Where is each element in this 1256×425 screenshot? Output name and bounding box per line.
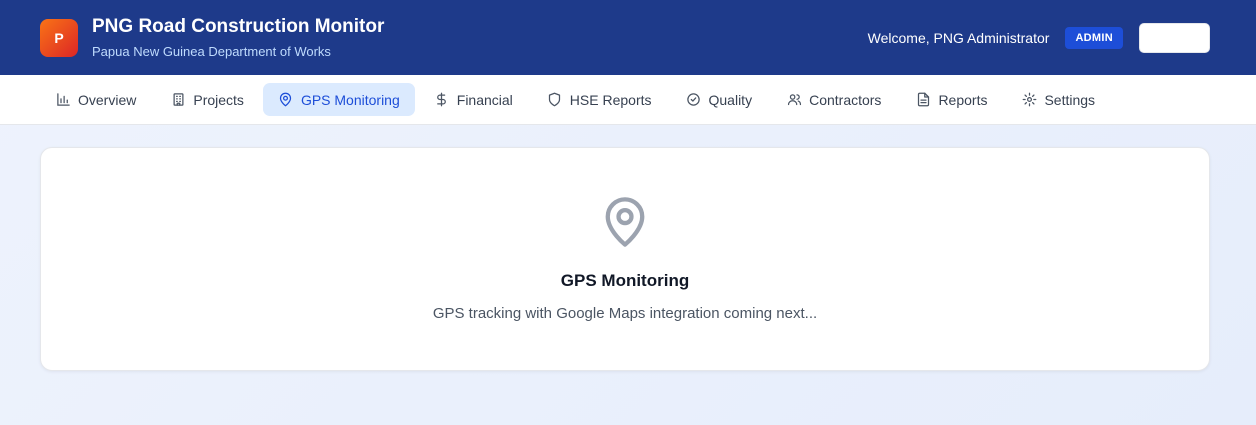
- gear-icon: [1021, 92, 1037, 108]
- tab-gps-monitoring[interactable]: GPS Monitoring: [262, 83, 415, 116]
- tab-contractors[interactable]: Contractors: [771, 83, 896, 116]
- placeholder-message: GPS tracking with Google Maps integratio…: [432, 305, 818, 322]
- placeholder-title: GPS Monitoring: [560, 271, 690, 290]
- app-logo: P: [40, 18, 78, 57]
- building-icon: [170, 92, 186, 108]
- map-pin-icon: [599, 194, 651, 255]
- welcome-text: Welcome, PNG Administrator: [867, 29, 1050, 46]
- tab-reports[interactable]: Reports: [900, 83, 1002, 116]
- check-circle-icon: [686, 92, 702, 108]
- tab-label: Contractors: [809, 91, 882, 108]
- brand: P PNG Road Construction Monitor Papua Ne…: [40, 16, 384, 60]
- role-badge: ADMIN: [1065, 26, 1123, 49]
- tab-overview[interactable]: Overview: [40, 83, 151, 116]
- header-action-button[interactable]: [1139, 22, 1210, 53]
- tab-label: GPS Monitoring: [300, 91, 400, 108]
- shield-icon: [547, 92, 563, 108]
- app-subtitle: Papua New Guinea Department of Works: [92, 43, 331, 59]
- app-header: P PNG Road Construction Monitor Papua Ne…: [0, 0, 1256, 75]
- tab-quality[interactable]: Quality: [671, 83, 768, 116]
- tab-label: Overview: [78, 91, 137, 108]
- main-content: GPS Monitoring GPS tracking with Google …: [0, 125, 1256, 371]
- tab-label: Quality: [708, 91, 753, 108]
- user-area: Welcome, PNG Administrator ADMIN: [867, 22, 1210, 53]
- dollar-icon: [434, 92, 450, 108]
- tab-label: HSE Reports: [569, 91, 652, 108]
- main-nav: Overview Projects GPS Monitoring Financi…: [0, 75, 1256, 125]
- tab-settings[interactable]: Settings: [1006, 83, 1110, 116]
- tab-label: Reports: [938, 91, 988, 108]
- gps-placeholder-card: GPS Monitoring GPS tracking with Google …: [40, 147, 1210, 371]
- file-text-icon: [915, 92, 931, 108]
- tab-hse-reports[interactable]: HSE Reports: [532, 83, 667, 116]
- tab-label: Settings: [1044, 91, 1096, 108]
- tab-financial[interactable]: Financial: [419, 83, 528, 116]
- tab-label: Projects: [193, 91, 244, 108]
- brand-text: PNG Road Construction Monitor Papua New …: [92, 16, 384, 60]
- tab-projects[interactable]: Projects: [155, 83, 259, 116]
- tab-label: Financial: [456, 91, 513, 108]
- map-pin-icon: [278, 92, 294, 108]
- app-title: PNG Road Construction Monitor: [92, 15, 385, 37]
- bar-chart-icon: [55, 92, 71, 108]
- users-icon: [786, 92, 802, 108]
